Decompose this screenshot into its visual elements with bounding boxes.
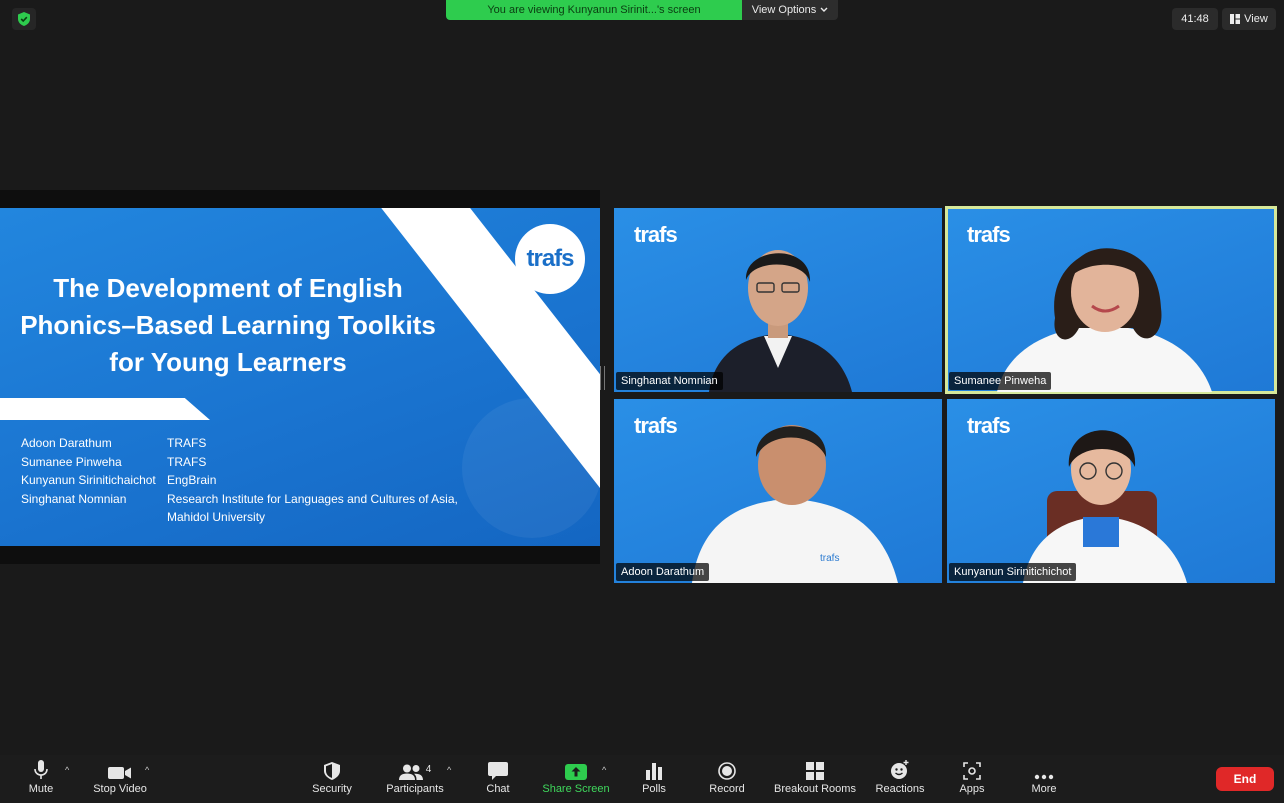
decorative-bar <box>0 398 210 420</box>
security-button[interactable]: Security <box>308 755 356 803</box>
participant-tile-active-speaker[interactable]: trafs Sumanee Pinweha <box>945 206 1277 394</box>
view-label: View <box>1244 13 1268 25</box>
meeting-toolbar: Mute ^ Stop Video ^ Security 4 Participa… <box>0 755 1284 803</box>
author-affiliations: TRAFS TRAFS EngBrain Research Institute … <box>167 434 458 527</box>
polls-button[interactable]: Polls <box>636 755 672 803</box>
svg-text:trafs: trafs <box>820 553 839 564</box>
audio-options-chevron-icon[interactable]: ^ <box>65 765 69 775</box>
trafs-brand-text: trafs <box>634 222 678 247</box>
record-button[interactable]: Record <box>706 755 748 803</box>
view-options-button[interactable]: View Options <box>742 0 838 20</box>
mute-label: Mute <box>28 783 54 795</box>
encryption-shield-icon[interactable] <box>12 8 36 30</box>
apps-label: Apps <box>959 783 985 795</box>
zoom-meeting-window: You are viewing Kunyanun Sirinit...'s sc… <box>0 0 1284 803</box>
participants-label: Participants <box>386 783 444 795</box>
apps-icon <box>963 762 981 780</box>
breakout-rooms-icon <box>806 762 824 780</box>
video-camera-icon <box>108 767 131 779</box>
apps-button[interactable]: Apps <box>954 755 990 803</box>
smiley-reaction-icon <box>891 760 909 779</box>
chat-button[interactable]: Chat <box>480 755 516 803</box>
video-options-chevron-icon[interactable]: ^ <box>145 765 149 775</box>
participant-name: Adoon Darathum <box>616 563 710 581</box>
screen-share-banner: You are viewing Kunyanun Sirinit...'s sc… <box>446 0 838 20</box>
share-status-message: You are viewing Kunyanun Sirinit...'s sc… <box>446 0 742 20</box>
presentation-slide: trafs The Development of English Phonics… <box>0 208 600 546</box>
security-shield-icon <box>324 762 340 780</box>
chat-label: Chat <box>486 783 510 795</box>
bar-chart-icon <box>646 763 662 780</box>
stop-video-label: Stop Video <box>93 783 147 795</box>
share-screen-icon <box>565 764 587 780</box>
author-name: Sumanee Pinweha <box>21 454 122 469</box>
meeting-timer: 41:48 <box>1172 8 1218 30</box>
share-screen-button[interactable]: Share Screen <box>540 755 612 803</box>
author-name: Singhanat Nomnian <box>21 491 127 506</box>
breakout-rooms-button[interactable]: Breakout Rooms <box>772 755 858 803</box>
participant-name: Kunyanun Sirinitichichot <box>949 563 1077 581</box>
trafs-brand-text: trafs <box>967 222 1011 247</box>
chat-bubble-icon <box>488 762 508 780</box>
trafs-brand-text: trafs <box>967 413 1011 438</box>
view-options-label: View Options <box>751 4 817 16</box>
author-names: Adoon Darathum Sumanee Pinweha Kunyanun … <box>21 434 156 508</box>
breakout-rooms-label: Breakout Rooms <box>774 783 856 795</box>
author-affiliation: Mahidol University <box>167 510 266 524</box>
record-icon <box>718 762 736 780</box>
trafs-logo: trafs <box>515 224 585 294</box>
participants-count: 4 <box>425 764 432 775</box>
share-options-chevron-icon[interactable]: ^ <box>602 765 606 775</box>
trafs-brand-text: trafs <box>634 413 678 438</box>
split-view-resize-handle[interactable] <box>600 366 605 390</box>
shared-screen-area[interactable]: trafs The Development of English Phonics… <box>0 190 600 564</box>
record-label: Record <box>709 783 745 795</box>
more-button[interactable]: More <box>1026 755 1062 803</box>
participant-name: Singhanat Nomnian <box>616 372 723 390</box>
participant-name: Sumanee Pinweha <box>949 372 1052 390</box>
participants-icon <box>398 764 423 780</box>
more-label: More <box>1031 783 1057 795</box>
stop-video-button[interactable]: Stop Video <box>88 755 152 803</box>
grid-layout-icon <box>1230 14 1241 24</box>
participant-tile[interactable]: trafs Singhanat Nomnian <box>614 208 942 392</box>
author-name: Kunyanun Sirinitichaichot <box>21 473 156 487</box>
author-affiliation: TRAFS <box>167 454 207 469</box>
author-affiliation: EngBrain <box>167 473 217 487</box>
reactions-label: Reactions <box>875 783 925 795</box>
author-affiliation: Research Institute for Languages and Cul… <box>167 491 458 506</box>
polls-label: Polls <box>642 783 666 795</box>
slide-title-line: Phonics–Based Learning Toolkits <box>20 310 436 340</box>
participants-button[interactable]: 4 Participants <box>382 755 448 803</box>
slide-title-line: for Young Learners <box>109 347 347 377</box>
microphone-icon <box>34 760 48 779</box>
mute-button[interactable]: Mute <box>20 755 62 803</box>
security-label: Security <box>312 783 352 795</box>
more-dots-icon <box>1034 774 1054 780</box>
reactions-button[interactable]: Reactions <box>872 755 928 803</box>
participants-options-chevron-icon[interactable]: ^ <box>447 765 451 775</box>
slide-title-line: The Development of English <box>53 273 403 303</box>
share-screen-label: Share Screen <box>542 783 610 795</box>
chevron-down-icon <box>820 7 828 12</box>
view-layout-button[interactable]: View <box>1222 8 1276 30</box>
author-affiliation: TRAFS <box>167 436 207 450</box>
participant-tile[interactable]: trafs trafs Adoon Darathum <box>614 399 942 583</box>
end-meeting-button[interactable]: End <box>1216 767 1274 791</box>
participant-tile[interactable]: trafs Kunyanun Sirinitichichot <box>947 399 1275 583</box>
slide-title: The Development of English Phonics–Based… <box>0 270 456 381</box>
author-name: Adoon Darathum <box>21 436 112 450</box>
